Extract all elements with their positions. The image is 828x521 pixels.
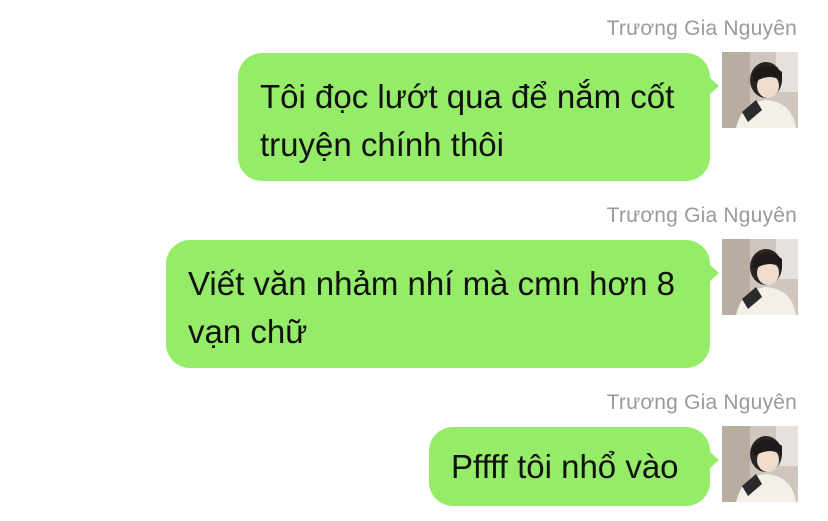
- bubble-tail: [709, 77, 719, 95]
- avatar-photo: [722, 426, 798, 502]
- bubble-tail: [709, 264, 719, 282]
- sender-name: Trương Gia Nguyên: [606, 17, 797, 40]
- message-bubble[interactable]: Viết văn nhảm nhí mà cmn hơn 8 vạn chữ: [166, 240, 719, 368]
- user-avatar-icon[interactable]: [722, 426, 798, 502]
- message-text: Pffff tôi nhổ vào: [451, 448, 679, 485]
- user-avatar-icon[interactable]: [722, 52, 798, 128]
- user-avatar-icon[interactable]: [722, 239, 798, 315]
- message-bubble[interactable]: Tôi đọc lướt qua để nắm cốt truyện chính…: [238, 53, 719, 181]
- message-text: Viết văn nhảm nhí mà cmn hơn 8 vạn chữ: [188, 265, 675, 350]
- avatar-photo: [722, 239, 798, 315]
- avatar-photo: [722, 52, 798, 128]
- chat-thread: Trương Gia Nguyên Tôi đọc lướt qua để nắ…: [0, 0, 828, 521]
- sender-name: Trương Gia Nguyên: [606, 204, 797, 227]
- bubble-tail: [709, 451, 719, 469]
- message-bubble[interactable]: Pffff tôi nhổ vào: [429, 427, 719, 506]
- sender-name: Trương Gia Nguyên: [606, 391, 797, 414]
- message-text: Tôi đọc lướt qua để nắm cốt truyện chính…: [260, 78, 675, 163]
